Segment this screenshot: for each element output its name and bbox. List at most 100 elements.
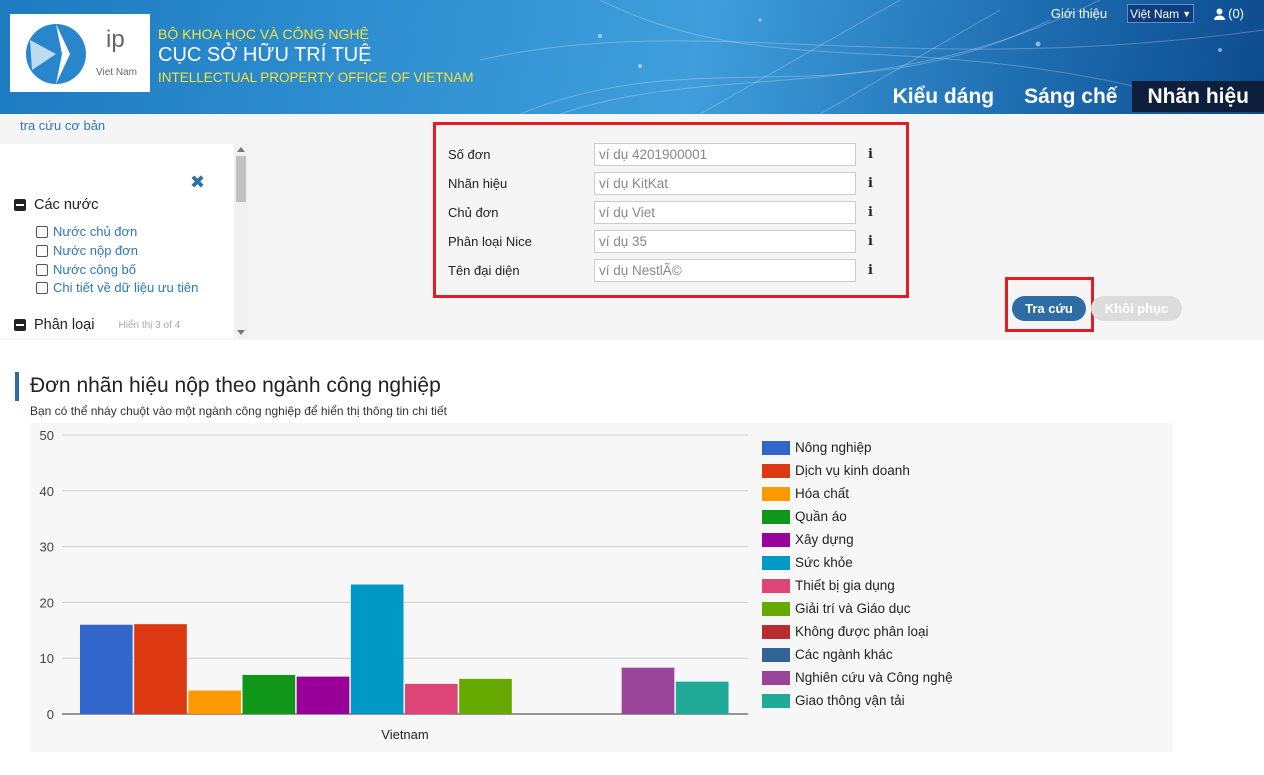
filter-option-label: Nước chủ đơn [53,224,138,239]
chart-legend: Nông nghiệp Dịch vụ kinh doanh Hóa chất Quầ… [762,436,953,712]
filter-option-applicant-country[interactable]: Nước chủ đơn [36,224,137,239]
legend-swatch [762,670,790,685]
legend-label: Quần áo [795,509,847,524]
search-form: Số đơn ví dụ 4201900001 i Nhãn hiệu ví d… [433,122,909,298]
legend-swatch [762,440,790,455]
legend-swatch [762,509,790,524]
legend-item[interactable]: Nghiên cứu và Công nghệ [762,666,953,689]
legend-item[interactable]: Giao thông vận tải [762,689,953,712]
cart-button[interactable]: (0) [1214,6,1244,21]
legend-label: Hóa chất [795,486,850,501]
info-icon[interactable]: i [868,234,873,249]
sidebar-scrollbar[interactable] [234,144,248,338]
main-nav: Kiểu dáng Sáng chế Nhãn hiệu [878,81,1264,112]
legend-item[interactable]: Thiết bị gia dụng [762,574,953,597]
search-button[interactable]: Tra cứu [1012,296,1086,321]
chart-section: Đơn nhãn hiệu nộp theo ngành công nghiệp… [0,340,1264,775]
scroll-down-arrow-icon[interactable] [237,330,245,335]
info-icon[interactable]: i [868,176,873,191]
chart-bar[interactable] [296,676,350,714]
language-select[interactable]: Việt Nam ▼ [1127,4,1195,23]
chart-bar[interactable] [350,584,404,714]
org-office-name-vi: CỤC SỞ HỮU TRÍ TUỆ [158,44,372,66]
reset-button[interactable]: Khôi phục [1091,296,1182,321]
legend-item[interactable]: Dịch vụ kinh doanh [762,459,953,482]
nav-tab-kieu-dang[interactable]: Kiểu dáng [878,81,1010,112]
checkbox[interactable] [36,281,48,294]
chart-bar[interactable] [675,681,729,714]
info-icon[interactable]: i [868,147,873,162]
trademark-input[interactable]: ví dụ KitKat [594,172,856,195]
nav-tab-nhan-hieu[interactable]: Nhãn hiệu [1132,81,1264,112]
search-area: tra cứu cơ bản ✖ Các nước Nước chủ đơn N… [0,114,1264,340]
legend-item[interactable]: Xây dựng [762,528,953,551]
application-number-input[interactable]: ví dụ 4201900001 [594,143,856,166]
filter-sidebar: ✖ Các nước Nước chủ đơn Nước nộp đơn Nướ… [0,144,248,338]
filter-count-hint: Hiển thị 3 of 4 [118,319,181,331]
legend-item[interactable]: Sức khỏe [762,551,953,574]
y-tick-label: 20 [40,595,54,610]
form-row-nice-class: Phân loại Nice ví dụ 35 i [448,230,873,253]
checkbox[interactable] [36,263,48,276]
scroll-thumb[interactable] [236,156,246,202]
checkbox[interactable] [36,244,48,257]
user-icon [1214,8,1226,20]
org-ministry-name: BỘ KHOA HỌC VÀ CÔNG NGHỆ [158,26,369,42]
breadcrumb[interactable]: tra cứu cơ bản [20,118,105,133]
legend-swatch [762,463,790,478]
nav-tab-sang-che[interactable]: Sáng chế [1009,81,1132,112]
legend-item[interactable]: Nông nghiệp [762,436,953,459]
filter-section-countries[interactable]: Các nước [14,197,98,213]
chart-bar[interactable] [134,624,187,714]
field-label: Tên đại diện [448,263,520,278]
chart-bar[interactable] [621,667,675,714]
filter-section-title: Các nước [34,197,99,213]
info-icon[interactable]: i [868,205,873,220]
filter-section-classification[interactable]: Phân loại Hiển thị 3 of 4 [14,317,180,333]
chart-bar[interactable] [242,674,296,714]
form-row-trademark: Nhãn hiệu ví dụ KitKat i [448,172,873,195]
legend-item[interactable]: Hóa chất [762,482,953,505]
legend-label: Xây dựng [795,532,854,547]
legend-swatch [762,578,790,593]
chart-bar[interactable] [188,690,241,714]
legend-label: Nghiên cứu và Công nghệ [795,670,953,685]
legend-swatch [762,532,790,547]
filter-option-priority-details[interactable]: Chi tiết về dữ liệu ưu tiên [36,280,198,295]
chart-bar[interactable] [405,683,458,714]
legend-item[interactable]: Không được phân loại [762,620,953,643]
cart-count: (0) [1228,6,1244,21]
field-label: Phân loại Nice [448,234,532,249]
info-icon[interactable]: i [868,263,873,278]
intro-link[interactable]: Giới thiệu [1051,6,1107,21]
filter-option-publication-country[interactable]: Nước công bố [36,262,136,277]
chart-bar[interactable] [459,678,512,714]
nice-class-input[interactable]: ví dụ 35 [594,230,856,253]
legend-swatch [762,555,790,570]
title-accent-bar [15,372,19,401]
scroll-up-arrow-icon[interactable] [237,147,245,152]
filter-option-label: Nước công bố [53,262,136,277]
legend-swatch [762,624,790,639]
y-tick-label: 40 [40,484,54,499]
y-tick-label: 50 [40,428,54,443]
legend-label: Thiết bị gia dụng [795,578,895,593]
filter-option-filing-country[interactable]: Nước nộp đơn [36,243,138,258]
chart-title: Đơn nhãn hiệu nộp theo ngành công nghiệp [30,374,441,397]
industry-bar-chart[interactable]: 0 10 20 30 40 50 Vietnam [30,423,1173,752]
legend-label: Sức khỏe [795,555,853,570]
filter-option-label: Nước nộp đơn [53,243,139,258]
legend-item[interactable]: Giải trí và Giáo dục [762,597,953,620]
site-logo[interactable]: ip Viet Nam [10,14,150,92]
legend-label: Dịch vụ kinh doanh [795,463,910,478]
legend-item[interactable]: Các ngành khác [762,643,953,666]
checkbox[interactable] [36,225,48,238]
field-label: Số đơn [448,147,491,162]
representative-input[interactable]: ví dụ NestlÃ© [594,259,856,282]
chart-bar[interactable] [80,624,133,714]
logo-viet-nam-text: Viet Nam [96,67,137,78]
close-icon[interactable]: ✖ [190,172,205,193]
applicant-input[interactable]: ví dụ Viet [594,201,856,224]
legend-item[interactable]: Quần áo [762,505,953,528]
legend-label: Các ngành khác [795,647,893,662]
